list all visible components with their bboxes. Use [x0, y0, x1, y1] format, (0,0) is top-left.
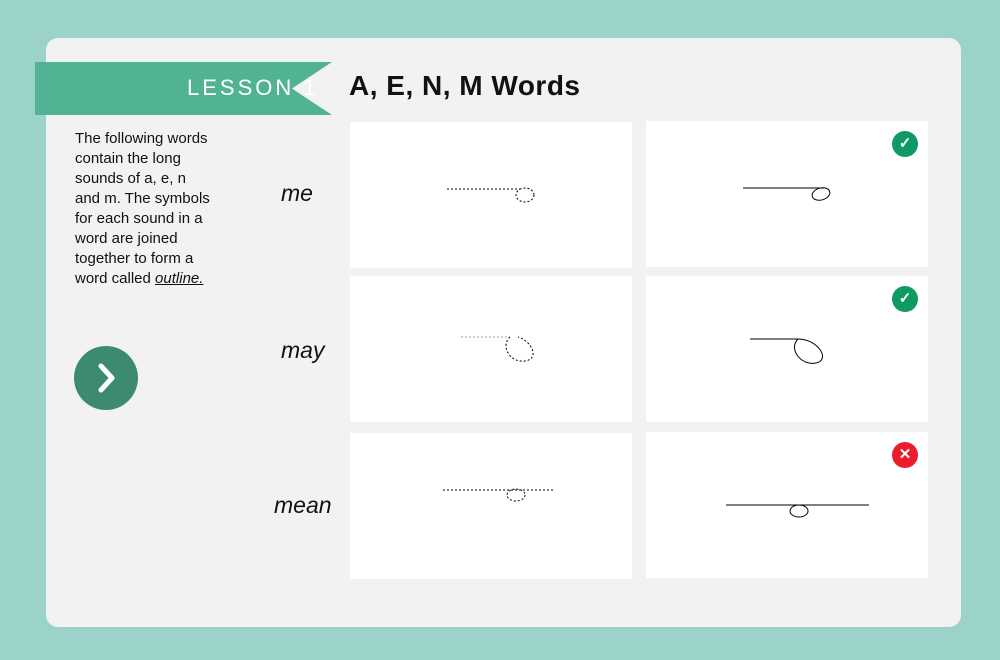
- intro-body: The following words contain the long sou…: [75, 130, 210, 287]
- drawing-canvas-me[interactable]: ✓: [646, 121, 928, 267]
- outline-link[interactable]: outline.: [155, 270, 203, 287]
- trace-guide-may: [350, 276, 632, 422]
- page-title: A, E, N, M Words: [349, 70, 581, 101]
- trace-guide-mean: [350, 433, 632, 579]
- check-icon: ✓: [892, 286, 918, 312]
- word-label: mean: [274, 492, 332, 518]
- chevron-right-icon: [98, 363, 115, 393]
- intro-text: The following words contain the long sou…: [75, 129, 215, 289]
- cross-icon: ✕: [892, 442, 918, 468]
- next-button[interactable]: [74, 346, 138, 410]
- trace-guide-me: [350, 122, 632, 268]
- check-icon: ✓: [892, 131, 918, 157]
- word-label: may: [281, 337, 325, 363]
- lesson-label: LESSON 1: [187, 75, 319, 100]
- lesson-ribbon: LESSON 1: [35, 62, 332, 115]
- drawing-canvas-mean[interactable]: ✕: [646, 432, 928, 578]
- drawing-canvas-may[interactable]: ✓: [646, 276, 928, 422]
- word-label: me: [281, 180, 313, 206]
